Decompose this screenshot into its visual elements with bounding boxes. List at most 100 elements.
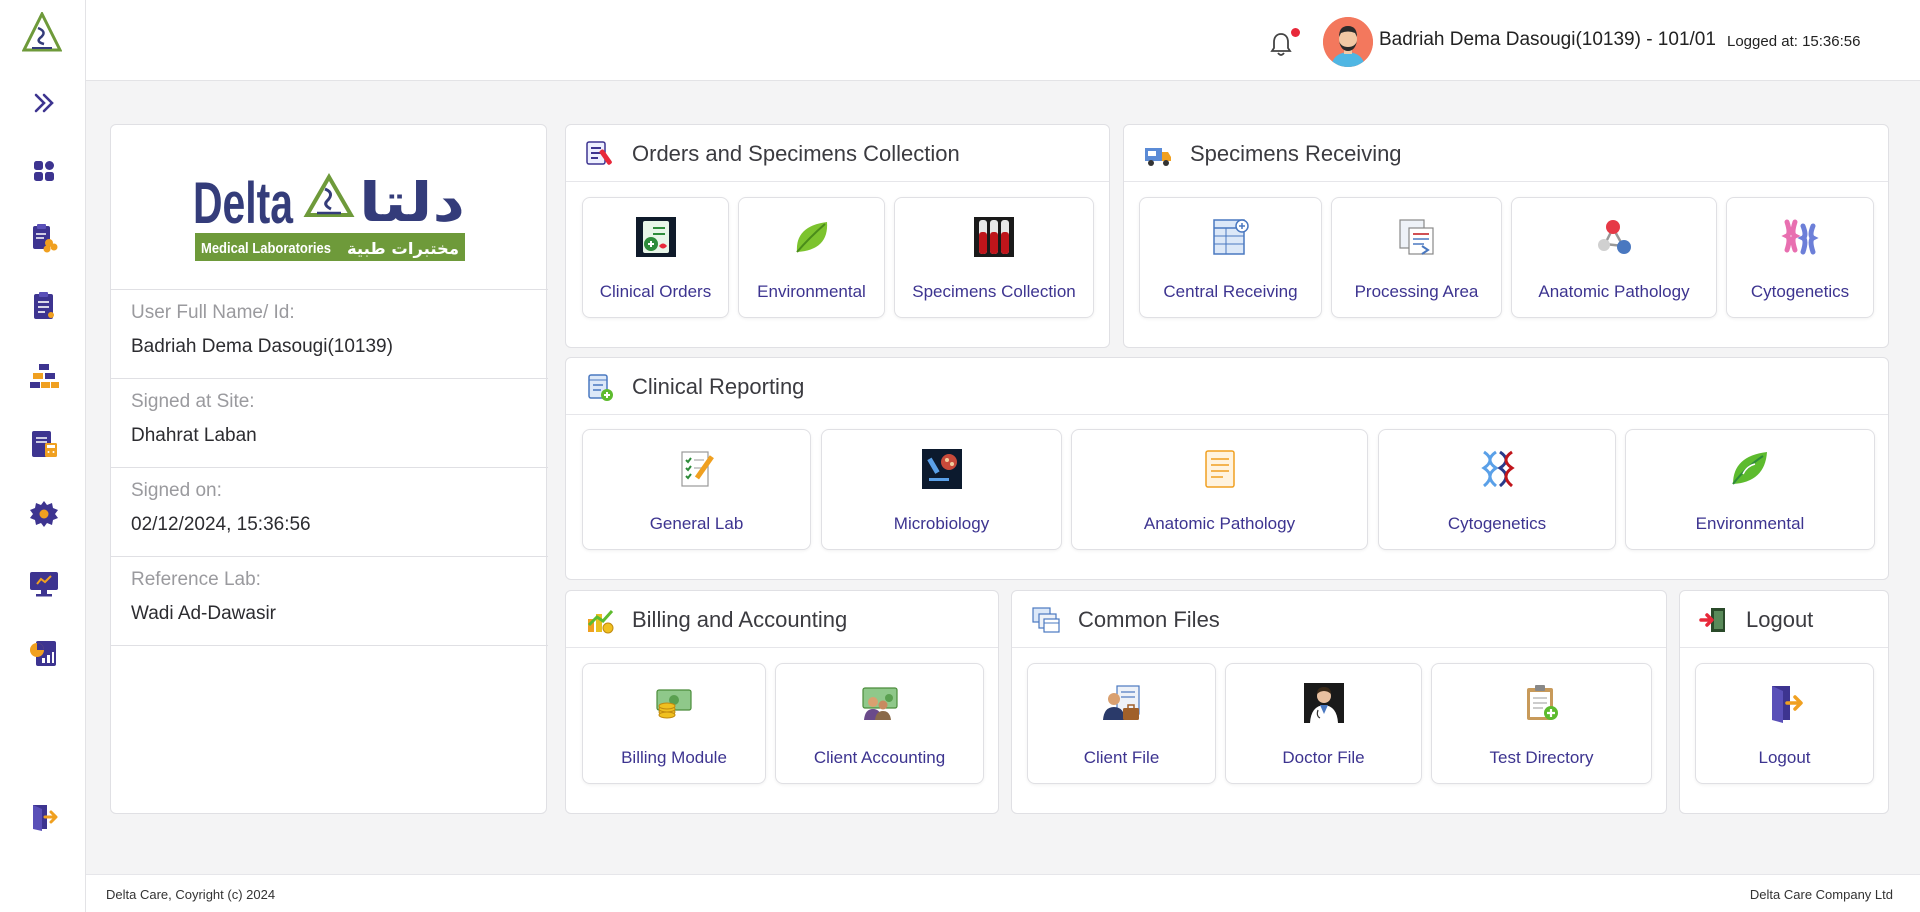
tile-label: General Lab bbox=[649, 514, 744, 533]
sidebar-expand-button[interactable] bbox=[25, 84, 63, 122]
delivery-truck-icon bbox=[1143, 139, 1173, 169]
panel-header: Orders and Specimens Collection bbox=[566, 125, 1109, 182]
tile-specimens-collection[interactable]: Specimens Collection bbox=[894, 197, 1094, 318]
tile-reporting-cytogenetics[interactable]: Cytogenetics bbox=[1378, 429, 1616, 550]
chart-doc-icon bbox=[30, 641, 56, 666]
notification-bell-icon[interactable] bbox=[1268, 30, 1294, 58]
info-label: Signed at Site: bbox=[131, 391, 255, 412]
panel-title: Orders and Specimens Collection bbox=[632, 141, 960, 166]
sidebar-item-statistics[interactable] bbox=[25, 634, 63, 672]
tile-label: Anatomic Pathology bbox=[1538, 282, 1690, 301]
doctor-icon bbox=[1303, 682, 1345, 724]
molecule-icon bbox=[1593, 216, 1635, 258]
info-label: Signed on: bbox=[131, 480, 222, 501]
info-signed-on: Signed on: 02/12/2024, 15:36:56 bbox=[111, 467, 548, 556]
calculator-doc-icon bbox=[32, 431, 57, 457]
exit-door-icon bbox=[1699, 605, 1729, 635]
tile-label: Environmental bbox=[757, 282, 866, 301]
info-user-name: User Full Name/ Id: Badriah Dema Dasougi… bbox=[111, 289, 548, 379]
tile-doctor-file[interactable]: Doctor File bbox=[1225, 663, 1422, 784]
sidebar-item-billing[interactable] bbox=[25, 425, 63, 463]
document-lines-icon bbox=[1199, 448, 1241, 490]
top-bar: Badriah Dema Dasougi(10139) - 101/01 Log… bbox=[86, 0, 1920, 81]
order-list-icon bbox=[585, 139, 615, 169]
footer-company: Delta Care Company Ltd bbox=[1749, 887, 1893, 902]
document-icon bbox=[34, 292, 54, 319]
tile-client-file[interactable]: Client File bbox=[1027, 663, 1216, 784]
processing-docs-icon bbox=[1396, 216, 1438, 258]
tile-label: Processing Area bbox=[1354, 282, 1479, 301]
tile-label: Doctor File bbox=[1282, 748, 1365, 767]
chromosome-icon bbox=[1779, 216, 1821, 258]
panel-title: Common Files bbox=[1078, 607, 1220, 632]
info-reference-lab: Reference Lab: Wadi Ad-Dawasir bbox=[111, 556, 548, 646]
clinical-orders-icon bbox=[635, 216, 677, 258]
tile-processing-area[interactable]: Processing Area bbox=[1331, 197, 1502, 318]
people-money-icon bbox=[859, 682, 901, 724]
tile-label: Environmental bbox=[1695, 514, 1805, 533]
info-value: Badriah Dema Dasougi(10139) bbox=[131, 336, 393, 357]
sidebar-item-monitor[interactable] bbox=[25, 564, 63, 602]
sidebar-item-orders[interactable] bbox=[25, 219, 63, 257]
sidebar-item-dashboard[interactable] bbox=[25, 152, 63, 190]
sidebar-item-reports[interactable] bbox=[25, 287, 63, 325]
info-label: Reference Lab: bbox=[131, 569, 261, 590]
tile-receiving-anatomic-pathology[interactable]: Anatomic Pathology bbox=[1511, 197, 1717, 318]
stack-icon bbox=[30, 364, 59, 388]
panel-header: Logout bbox=[1680, 591, 1888, 648]
tile-logout[interactable]: Logout bbox=[1695, 663, 1874, 784]
clipboard-table-icon bbox=[1210, 216, 1252, 258]
tile-label: Billing Module bbox=[621, 748, 727, 767]
avatar[interactable] bbox=[1323, 17, 1373, 67]
tile-label: Microbiology bbox=[893, 514, 990, 533]
windows-files-icon bbox=[1031, 605, 1061, 635]
panel-header: Billing and Accounting bbox=[566, 591, 998, 648]
money-coins-icon bbox=[653, 682, 695, 724]
info-site: Signed at Site: Dhahrat Laban bbox=[111, 378, 548, 467]
panel-title: Logout bbox=[1746, 607, 1814, 632]
grid-icon bbox=[34, 161, 54, 181]
logged-at-time: Logged at: 15:36:56 bbox=[1727, 33, 1861, 50]
panel-receiving: Specimens Receiving Central Receiving Pr… bbox=[1123, 124, 1889, 348]
svg-text:مختبرات طبية: مختبرات طبية bbox=[347, 239, 459, 258]
tile-billing-module[interactable]: Billing Module bbox=[582, 663, 766, 784]
footer: Delta Care, Coyright (c) 2024 Delta Care… bbox=[86, 874, 1920, 912]
panel-clinical-reporting: Clinical Reporting General Lab Microbiol… bbox=[565, 357, 1889, 580]
tile-reporting-anatomic-pathology[interactable]: Anatomic Pathology bbox=[1071, 429, 1368, 550]
sidebar-logout-button[interactable] bbox=[25, 798, 63, 836]
logout-icon bbox=[1764, 682, 1806, 724]
info-label: User Full Name/ Id: bbox=[131, 302, 295, 323]
app-logo-icon[interactable] bbox=[21, 10, 63, 54]
monitor-icon bbox=[30, 572, 58, 597]
panel-common-files: Common Files Client File Doctor File Tes… bbox=[1011, 590, 1667, 814]
tile-label: Specimens Collection bbox=[912, 282, 1076, 301]
coins-chart-icon bbox=[585, 605, 615, 635]
tile-general-lab[interactable]: General Lab bbox=[582, 429, 811, 550]
tile-label: Client File bbox=[1083, 748, 1160, 767]
info-value: Wadi Ad-Dawasir bbox=[131, 603, 277, 624]
tile-test-directory[interactable]: Test Directory bbox=[1431, 663, 1652, 784]
tile-clinical-orders[interactable]: Clinical Orders bbox=[582, 197, 729, 318]
tile-client-accounting[interactable]: Client Accounting bbox=[775, 663, 984, 784]
tile-receiving-cytogenetics[interactable]: Cytogenetics bbox=[1726, 197, 1874, 318]
tile-environmental-orders[interactable]: Environmental bbox=[738, 197, 885, 318]
tile-label: Central Receiving bbox=[1163, 282, 1298, 301]
info-value: Dhahrat Laban bbox=[131, 425, 257, 446]
microscope-icon bbox=[921, 448, 963, 490]
panel-header: Specimens Receiving bbox=[1124, 125, 1888, 182]
sidebar-item-settings[interactable] bbox=[25, 495, 63, 533]
tile-label: Anatomic Pathology bbox=[1143, 514, 1296, 533]
tile-central-receiving[interactable]: Central Receiving bbox=[1139, 197, 1322, 318]
delta-lab-logo: Delta دلتا Medical Laboratories مختبرات … bbox=[193, 165, 467, 265]
panel-logout: Logout Logout bbox=[1679, 590, 1889, 814]
info-value: 02/12/2024, 15:36:56 bbox=[131, 514, 311, 535]
gear-icon bbox=[30, 501, 58, 527]
panel-header: Common Files bbox=[1012, 591, 1666, 648]
tile-label: Logout bbox=[1758, 748, 1811, 767]
report-add-icon bbox=[585, 372, 615, 402]
tile-microbiology[interactable]: Microbiology bbox=[821, 429, 1062, 550]
tile-reporting-environmental[interactable]: Environmental bbox=[1625, 429, 1875, 550]
panel-title: Billing and Accounting bbox=[632, 607, 848, 632]
sidebar-item-hierarchy[interactable] bbox=[25, 357, 63, 395]
leaf-icon bbox=[791, 216, 833, 258]
